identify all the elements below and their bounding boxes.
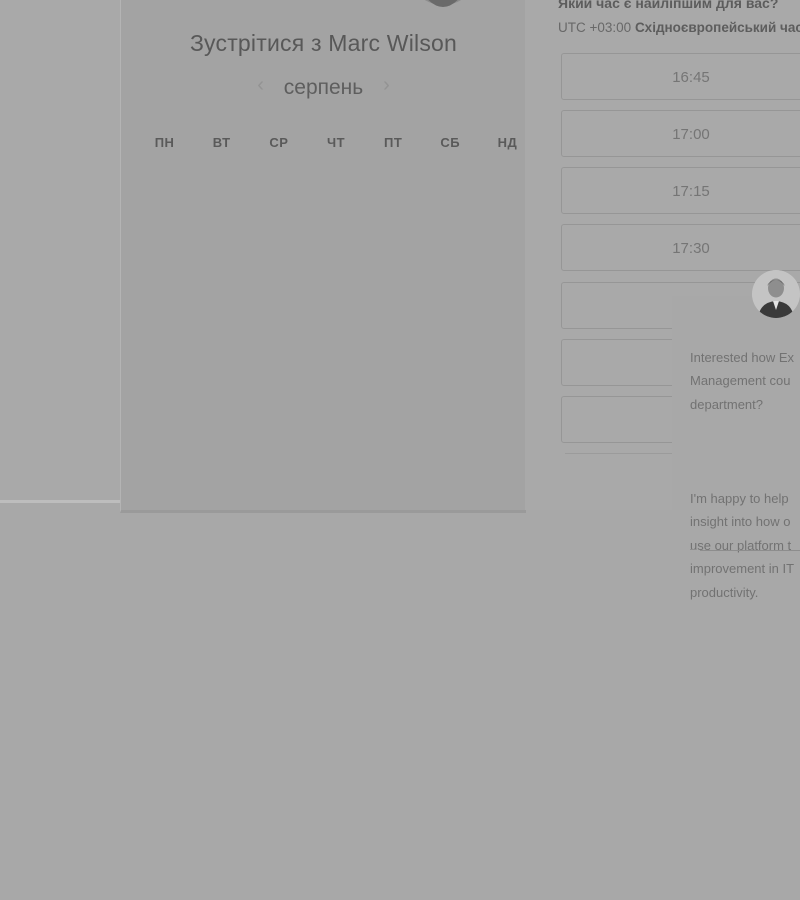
calendar-day[interactable]	[250, 211, 307, 264]
calendar-day[interactable]	[193, 264, 250, 317]
calendar-day[interactable]	[307, 370, 364, 423]
calendar-week	[136, 264, 536, 317]
calendar-day[interactable]	[193, 317, 250, 370]
calendar-grid	[136, 158, 536, 423]
timezone-name: Східноєвропейський час	[634, 20, 800, 35]
calendar-day[interactable]	[193, 158, 250, 211]
month-label: серпень	[283, 76, 364, 99]
weekday-label: ПН	[154, 135, 175, 150]
calendar-day[interactable]	[136, 158, 193, 211]
calendar-day[interactable]	[365, 211, 422, 264]
calendar-card: Зустрітися з Marc Wilson ‹ серпень › ПН …	[120, 0, 526, 513]
page-background-left	[0, 0, 120, 503]
timezone-label[interactable]: UTC +03:00 Східноєвропейський час	[558, 20, 800, 35]
calendar-day[interactable]	[250, 370, 307, 423]
calendar-day[interactable]	[136, 370, 193, 423]
meeting-title: Зустрітися з Marc Wilson	[189, 30, 458, 56]
calendar-day[interactable]	[250, 158, 307, 211]
calendar-day[interactable]	[250, 264, 307, 317]
calendar-week	[136, 158, 536, 211]
divider	[690, 549, 696, 550]
chevron-right-icon[interactable]: ›	[383, 74, 390, 97]
time-slot-button[interactable]: 17:00	[561, 110, 800, 157]
calendar-week	[136, 317, 536, 370]
weekday-label: ВТ	[212, 135, 231, 150]
calendar-day[interactable]	[193, 370, 250, 423]
calendar-day[interactable]	[307, 264, 364, 317]
calendar-day[interactable]	[365, 158, 422, 211]
chat-message-paragraph: I'm happy to help insight into how o use…	[690, 490, 795, 600]
calendar-day[interactable]	[193, 211, 250, 264]
calendar-day[interactable]	[250, 317, 307, 370]
calendar-day[interactable]	[136, 211, 193, 264]
person-avatar-icon[interactable]	[752, 270, 800, 318]
calendar-day[interactable]	[422, 158, 479, 211]
calendar-day[interactable]	[422, 317, 479, 370]
calendar-day[interactable]	[422, 370, 479, 423]
calendar-day[interactable]	[422, 211, 479, 264]
weekday-label: ЧТ	[326, 135, 346, 150]
month-navigator: ‹ серпень ›	[121, 74, 526, 100]
weekday-label: СР	[269, 135, 289, 150]
calendar-day[interactable]	[136, 264, 193, 317]
chat-message: Interested how Ex Management cou departm…	[690, 322, 800, 628]
timezone-offset: UTC +03:00	[558, 20, 632, 35]
calendar-day[interactable]	[136, 317, 193, 370]
calendar-week	[136, 211, 536, 264]
time-slot-button[interactable]: 16:45	[561, 53, 800, 100]
host-avatar	[424, 0, 462, 7]
calendar-day[interactable]	[365, 317, 422, 370]
chat-message-paragraph: Interested how Ex Management cou departm…	[690, 349, 795, 412]
calendar-day[interactable]	[307, 158, 364, 211]
calendar-day[interactable]	[307, 211, 364, 264]
weekday-label: ПТ	[383, 135, 403, 150]
calendar-day[interactable]	[307, 317, 364, 370]
chevron-left-icon[interactable]: ‹	[257, 74, 264, 97]
calendar-day[interactable]	[365, 264, 422, 317]
time-slot-button[interactable]: 17:15	[561, 167, 800, 214]
time-slot-button[interactable]: 17:30	[561, 224, 800, 271]
calendar-day[interactable]	[422, 264, 479, 317]
calendar-day[interactable]	[365, 370, 422, 423]
chat-reply-field[interactable]	[700, 550, 800, 551]
calendar-week	[136, 370, 536, 423]
time-question: Який час є найліпшим для вас?	[558, 0, 779, 11]
weekday-header: ПН ВТ СР ЧТ ПТ СБ НД	[136, 135, 536, 150]
weekday-label: СБ	[440, 135, 461, 150]
